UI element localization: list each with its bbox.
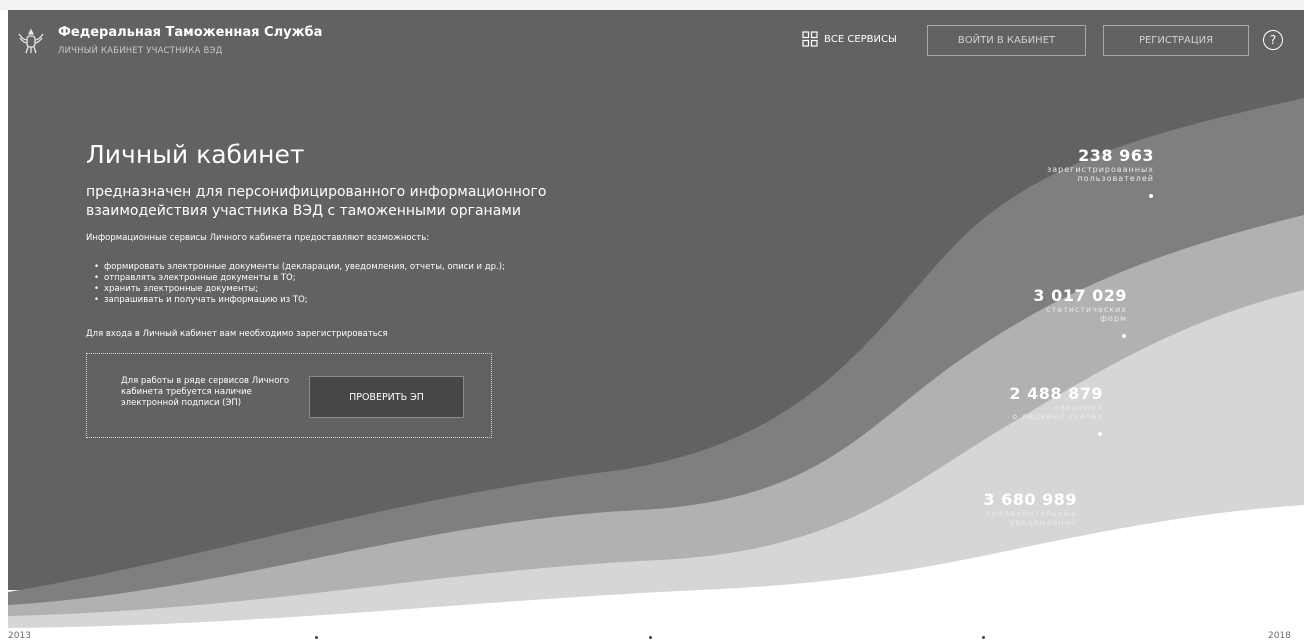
list-item: запрашивать и получать информацию из ТО; [94,295,505,306]
stat-label: статистических [1046,305,1127,314]
stat-number: 2 488 879 [1009,384,1103,403]
stat-marker [1098,432,1102,436]
stat-label: предварительных [985,509,1077,518]
ep-check-panel: Для работы в ряде сервисов Личного кабин… [86,353,492,438]
grid-icon [802,31,818,47]
stat-label: пользователей [1077,174,1154,183]
page-title: Личный кабинет [86,140,305,169]
stat-marker [1122,334,1126,338]
all-services-button[interactable]: ВСЕ СЕРВИСЫ [802,30,897,48]
page: Федеральная Таможенная Служба ЛИЧНЫЙ КАБ… [0,0,1304,644]
brand-title: Федеральная Таможенная Служба [58,25,323,40]
timeline-start-year: 2013 [8,631,31,641]
register-button[interactable]: РЕГИСТРАЦИЯ [1103,25,1249,56]
stat-number: 3 680 989 [983,490,1077,509]
login-button[interactable]: ВОЙТИ В КАБИНЕТ [927,25,1086,56]
stat-label: сведений [1054,403,1103,412]
list-item: формировать электронные документы (декла… [94,262,505,273]
stat-number: 238 963 [1078,146,1154,165]
brand-subtitle: ЛИЧНЫЙ КАБИНЕТ УЧАСТНИКА ВЭД [58,46,223,56]
top-strip [0,0,1304,10]
ep-requirement-text: Для работы в ряде сервисов Личного кабин… [121,376,290,408]
intro-text: Информационные сервисы Личного кабинета … [86,233,430,243]
stat-label: о лицевых счетах [1012,412,1103,421]
features-list: формировать электронные документы (декла… [94,262,505,306]
stat-number: 3 017 029 [1033,286,1127,305]
stat-statistical-forms: 3 017 029 статистических форм [1033,286,1127,323]
stat-account-records: 2 488 879 сведений о лицевых счетах [1009,384,1103,421]
timeline-end-year: 2018 [1268,631,1291,641]
eagle-emblem-icon[interactable] [16,26,46,56]
stat-marker [1149,194,1153,198]
timeline-dot [982,636,985,639]
help-icon[interactable]: ? [1263,30,1283,50]
list-item: хранить электронные документы; [94,284,505,295]
stat-registered-users: 238 963 зарегистрированных пользователей [1047,146,1154,183]
stat-preliminary-notices: 3 680 989 предварительных уведомлений [983,490,1077,527]
check-ep-button[interactable]: ПРОВЕРИТЬ ЭП [309,376,464,418]
register-note: Для входа в Личный кабинет вам необходим… [86,329,388,339]
all-services-label: ВСЕ СЕРВИСЫ [824,33,897,45]
page-subtitle: предназначен для персонифицированного ин… [86,184,547,219]
stat-marker [1071,537,1075,541]
list-item: отправлять электронные документы в ТО; [94,273,505,284]
stat-label: форм [1100,314,1127,323]
timeline-dot [649,636,652,639]
timeline-dot [315,636,318,639]
stat-label: зарегистрированных [1047,165,1154,174]
stat-label: уведомлений [1009,518,1077,527]
